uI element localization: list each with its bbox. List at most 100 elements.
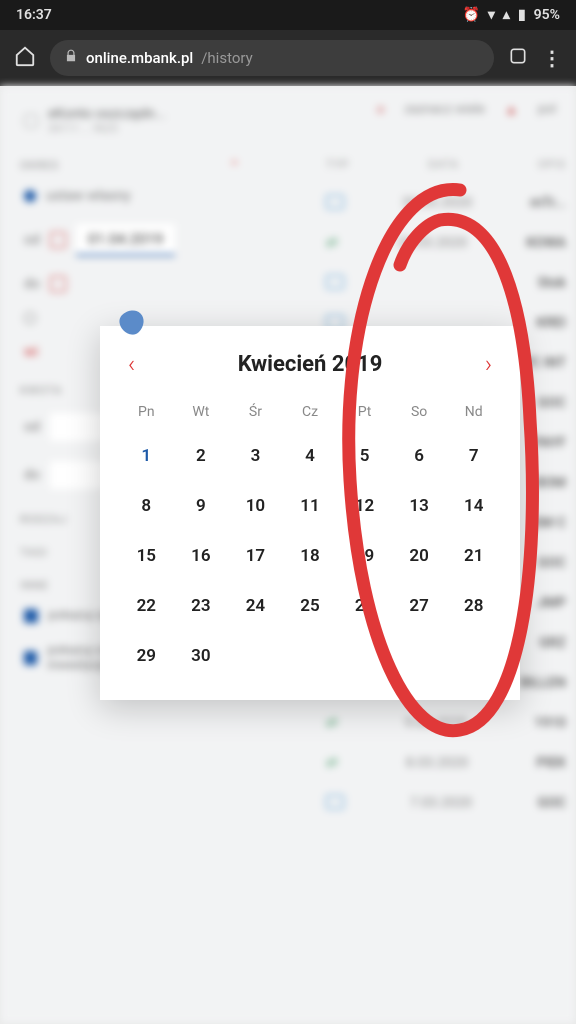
signal-icon: ▴ (503, 7, 510, 23)
checkbox-checked-icon[interactable] (24, 651, 37, 665)
th-opis: OPIS (538, 158, 566, 171)
checkbox-checked-icon[interactable] (24, 609, 38, 623)
calendar-prev-button[interactable]: ‹ (120, 350, 143, 378)
calendar-day[interactable]: 16 (175, 532, 228, 580)
txn-desc: PAYF (533, 435, 566, 451)
calendar-day[interactable]: 1 (120, 432, 173, 480)
url-domain: online.mbank.pl (86, 49, 193, 67)
status-icons: ⏰ ▾ ▴ ▮ 95% (462, 7, 560, 23)
txn-type-icon (326, 195, 344, 209)
do-label: do (24, 467, 40, 483)
browser-bar: online.mbank.pl /history ⋮ (0, 30, 576, 86)
table-row[interactable]: 7.03.2020GOC (316, 783, 576, 823)
calendar-day[interactable]: 19 (338, 532, 391, 580)
calendar-day[interactable]: 25 (284, 582, 337, 630)
calendar-day[interactable]: 13 (393, 482, 446, 530)
txn-desc: mTr... (530, 195, 566, 211)
txn-desc: JMP (537, 595, 566, 611)
checkbox-icon[interactable] (24, 114, 38, 128)
calendar-icon[interactable] (50, 232, 66, 248)
address-bar[interactable]: online.mbank.pl /history (50, 40, 494, 76)
calendar-day[interactable]: 26 (338, 582, 391, 630)
calendar-day[interactable]: 15 (120, 532, 173, 580)
radio-selected-icon[interactable] (24, 190, 36, 202)
calendar-day[interactable]: 9 (175, 482, 228, 530)
od-label: od (24, 232, 40, 248)
status-bar: 16:37 ⏰ ▾ ▴ ▮ 95% (0, 0, 576, 30)
table-row[interactable]: ⇄ 8.03.2020 PIEK (316, 743, 576, 783)
calendar-weekday: Nd (447, 394, 500, 432)
txn-desc: PIEK (536, 755, 566, 771)
calendar-weekday: So (393, 394, 446, 432)
date-from-input[interactable]: 01.04.2019 (76, 224, 175, 256)
txn-desc: IPC INT (518, 355, 566, 371)
txn-desc: SM C (533, 515, 566, 531)
table-row[interactable]: ⇄9.03.20201910 (316, 703, 576, 743)
home-icon[interactable] (14, 45, 36, 71)
calendar-day[interactable]: 7 (447, 432, 500, 480)
calendar-title: Kwiecień 2019 (238, 352, 383, 377)
calendar-day[interactable]: 5 (338, 432, 391, 480)
calendar-weekday: Śr (229, 394, 282, 432)
txn-desc: BILLEN (520, 675, 566, 691)
wi-label: wi (24, 344, 38, 360)
calendar-icon[interactable] (50, 276, 66, 292)
calendar-day[interactable]: 29 (120, 632, 173, 680)
txn-desc: GOC (538, 555, 566, 571)
calendar-day[interactable]: 14 (447, 482, 500, 530)
txn-desc: GRZ (539, 635, 566, 651)
calendar-day[interactable]: 23 (175, 582, 228, 630)
calendar-day[interactable]: 30 (175, 632, 228, 680)
calendar-day[interactable]: 20 (393, 532, 446, 580)
table-row[interactable]: ⇄26.03.2020KOWA (316, 223, 576, 263)
txn-type-icon: ⇄ (326, 715, 338, 731)
calendar-weekday: Pt (338, 394, 391, 432)
tabs-icon[interactable] (508, 46, 528, 70)
calendar-day[interactable]: 10 (229, 482, 282, 530)
txn-type-icon: ⇄ (326, 755, 338, 771)
calendar-day[interactable]: 28 (447, 582, 500, 630)
account-name: eKonto oszczędn... (48, 106, 166, 122)
wifi-icon: ▾ (488, 7, 495, 23)
calendar-next-button[interactable]: › (477, 350, 500, 378)
account-number: 34111 ... 9625 (48, 122, 166, 135)
txn-date: 26.03.2020 (397, 235, 467, 251)
calendar-day[interactable]: 6 (393, 432, 446, 480)
txn-date: 8.03.2020 (406, 755, 468, 771)
txn-desc: Stok (538, 275, 566, 291)
calendar-day[interactable]: 18 (284, 532, 337, 580)
calendar-day[interactable]: 11 (284, 482, 337, 530)
battery-level: 95% (534, 7, 560, 23)
calendar-day[interactable]: 3 (229, 432, 282, 480)
txn-desc: 1910 (534, 715, 566, 731)
calendar-day[interactable]: 12 (338, 482, 391, 530)
chevron-up-icon[interactable]: ⌃ (230, 159, 240, 172)
select-many-label[interactable]: zaznacz wiele (404, 102, 485, 118)
calendar-day[interactable]: 24 (229, 582, 282, 630)
show-label[interactable]: poł (538, 102, 556, 118)
calendar-weekday: Wt (175, 394, 228, 432)
calendar-popup: ‹ Kwiecień 2019 › PnWtŚrCzPtSoNd 1234567… (100, 326, 520, 700)
calendar-day[interactable]: 27 (393, 582, 446, 630)
od-label: od (24, 419, 40, 435)
txn-type-icon (326, 795, 344, 809)
calendar-day[interactable]: 2 (175, 432, 228, 480)
calendar-day[interactable]: 21 (447, 532, 500, 580)
txn-type-icon: ⇄ (326, 235, 338, 251)
calendar-day[interactable]: 8 (120, 482, 173, 530)
calendar-day[interactable]: 17 (229, 532, 282, 580)
th-type: TYP (326, 158, 349, 171)
txn-date: 30.03.2020 (402, 195, 472, 211)
th-date: DATA (428, 158, 459, 171)
txn-desc: GOC (538, 395, 566, 411)
menu-icon[interactable]: ⋮ (542, 46, 562, 70)
table-row[interactable]: 30.03.2020 mTr... (316, 183, 576, 223)
calendar-day[interactable]: 22 (120, 582, 173, 630)
table-row[interactable]: Stok (316, 263, 576, 303)
calendar-day[interactable]: 4 (284, 432, 337, 480)
ustaw-wlasny-label: ustaw własny (46, 188, 131, 204)
calendar-weekday: Pn (120, 394, 173, 432)
lock-icon (64, 49, 78, 67)
radio-empty-icon[interactable] (24, 312, 36, 324)
do-label: do (24, 276, 40, 292)
